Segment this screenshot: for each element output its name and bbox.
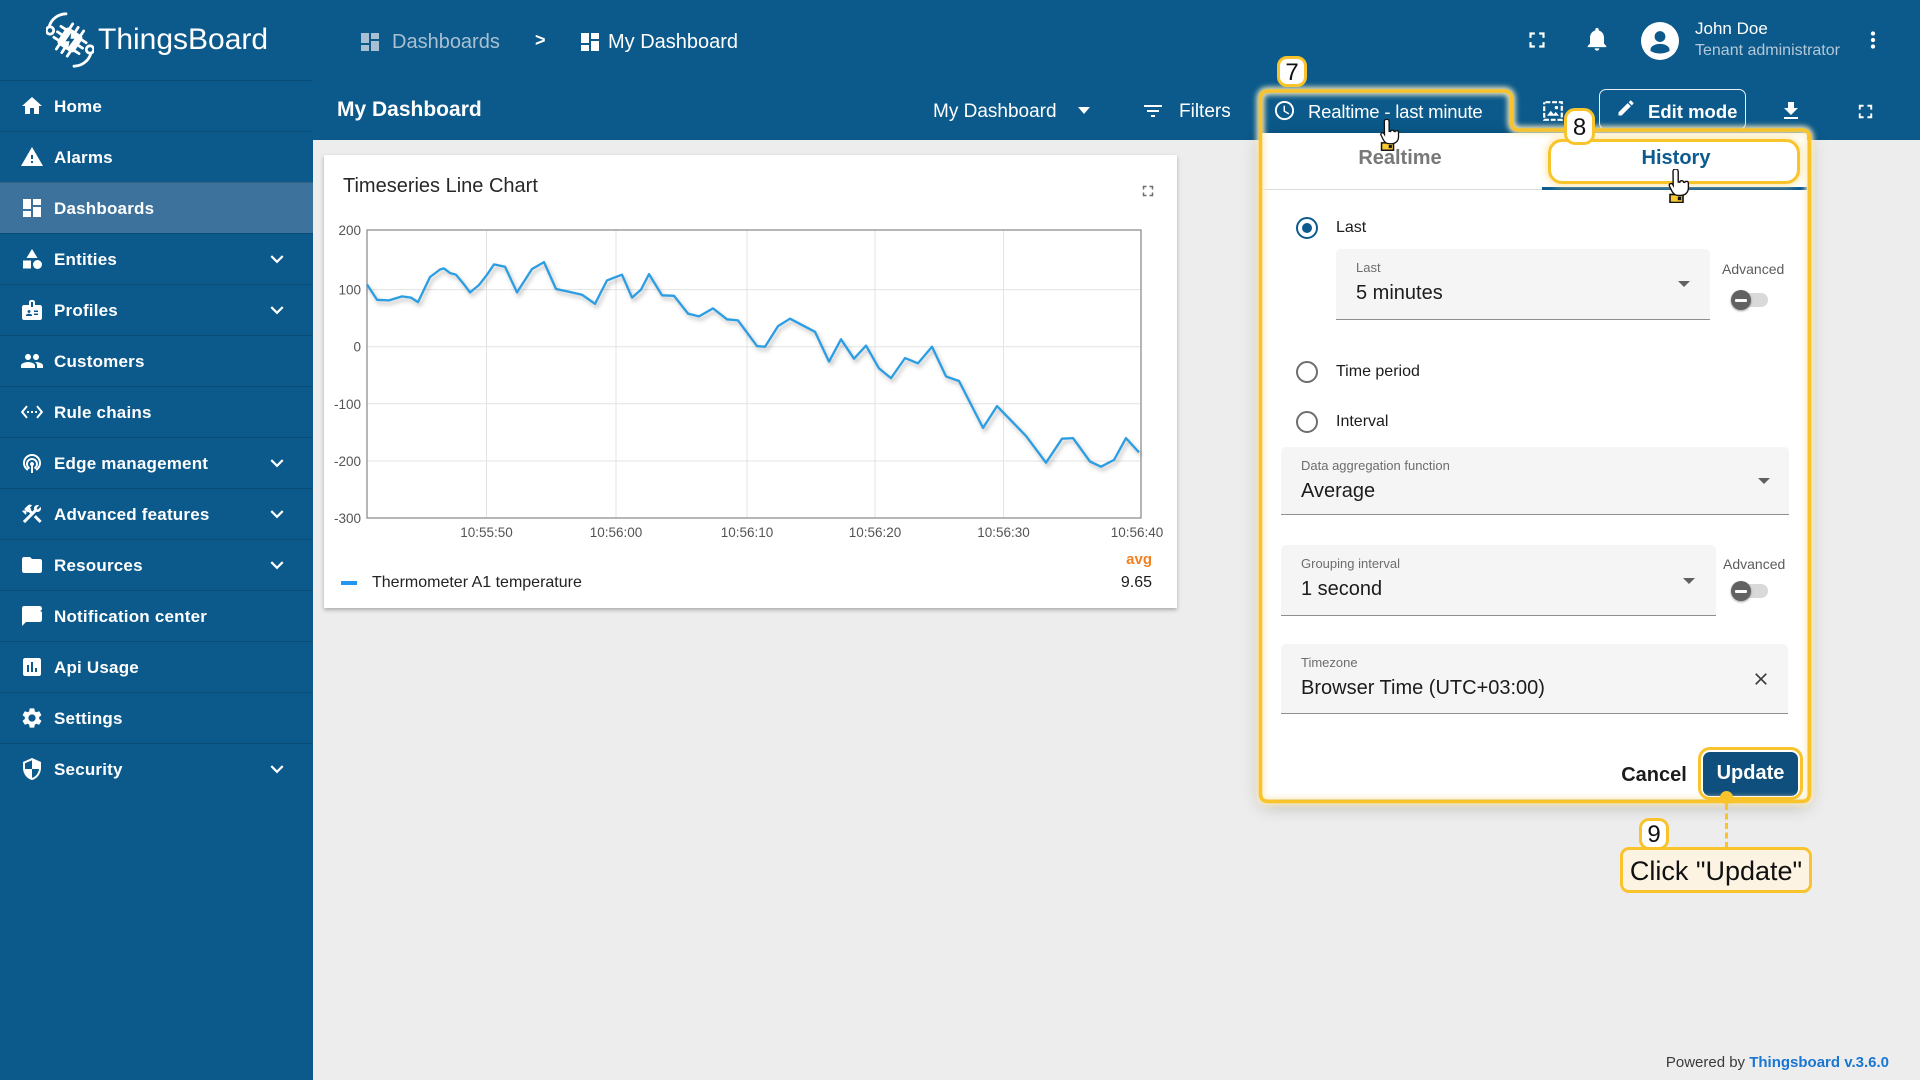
- svg-text:-200: -200: [334, 454, 361, 469]
- svg-text:10:56:40: 10:56:40: [1111, 525, 1164, 540]
- svg-text:100: 100: [338, 283, 361, 298]
- svg-text:10:56:30: 10:56:30: [977, 525, 1030, 540]
- svg-text:10:55:50: 10:55:50: [460, 525, 513, 540]
- svg-text:200: 200: [338, 223, 361, 238]
- svg-text:-300: -300: [334, 511, 361, 526]
- svg-text:0: 0: [353, 340, 361, 355]
- svg-text:10:56:00: 10:56:00: [590, 525, 643, 540]
- svg-text:10:56:10: 10:56:10: [721, 525, 774, 540]
- svg-text:10:56:20: 10:56:20: [849, 525, 902, 540]
- svg-text:-100: -100: [334, 397, 361, 412]
